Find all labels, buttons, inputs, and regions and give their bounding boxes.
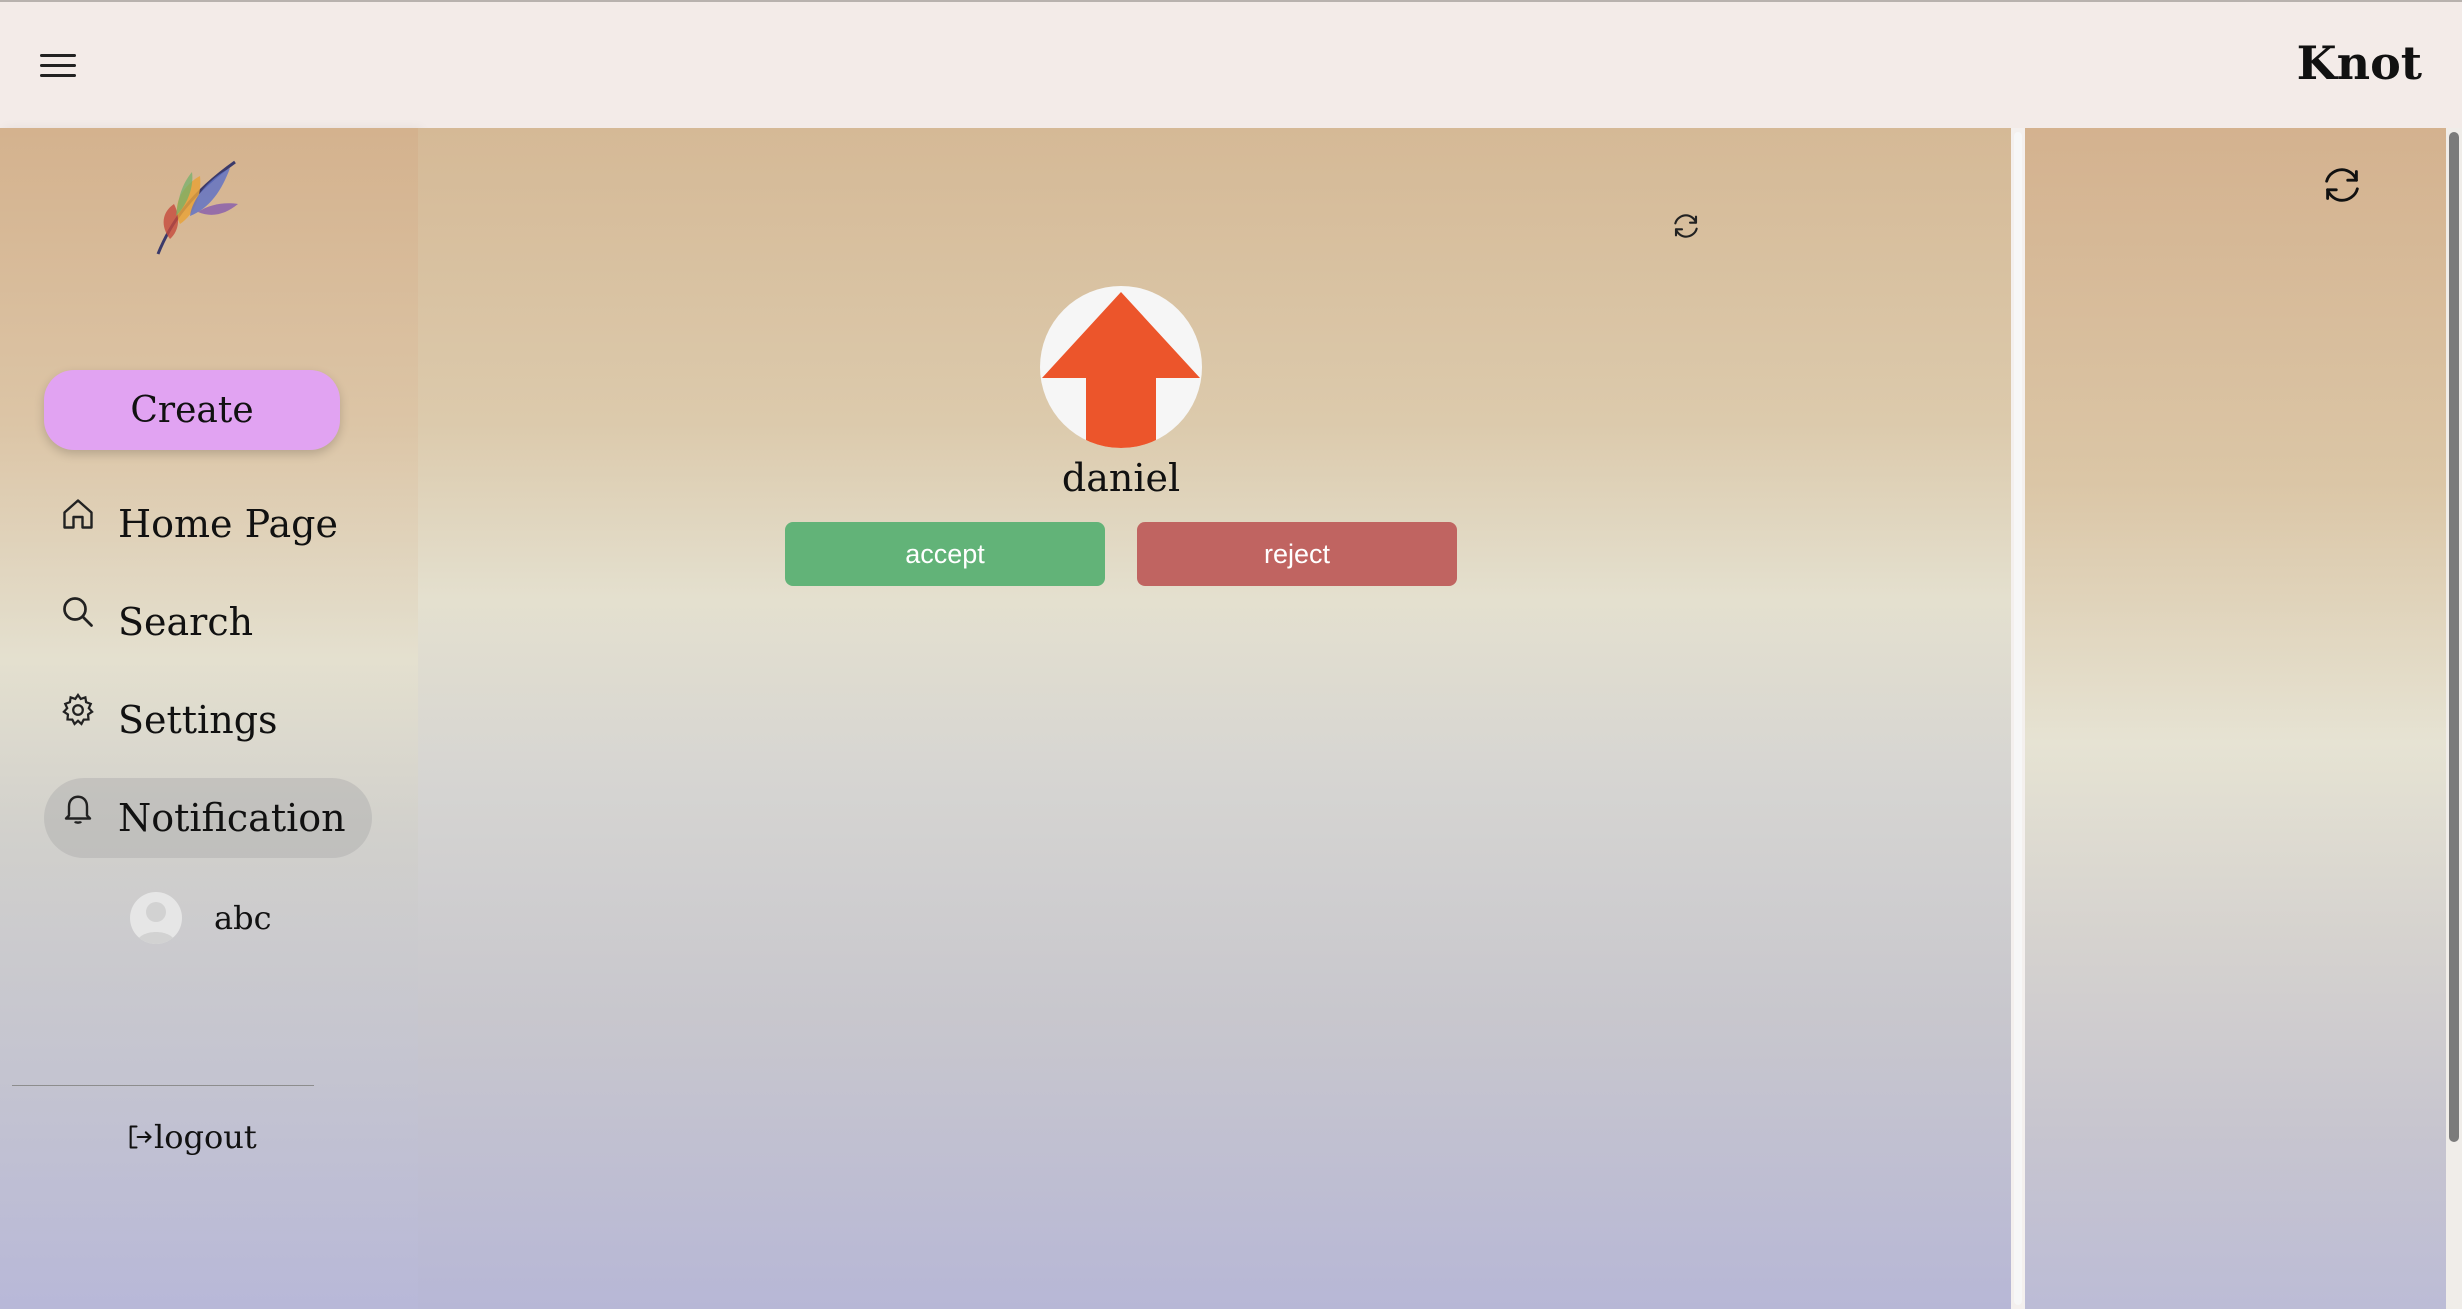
request-username: daniel	[1061, 456, 1181, 500]
logout-arrow-icon	[129, 1125, 152, 1149]
logout-label: logout	[154, 1118, 257, 1156]
sidebar-item-label: Notification	[118, 796, 346, 840]
sidebar-divider	[12, 1085, 314, 1086]
refresh-icon[interactable]	[2319, 162, 2365, 208]
create-button[interactable]: Create	[44, 370, 340, 450]
page-scrollbar[interactable]	[2446, 128, 2462, 1309]
feather-logo-icon	[156, 160, 238, 255]
sidebar-item-label: Search	[118, 600, 254, 644]
upload-arrow-avatar-icon	[1040, 286, 1202, 448]
logout-button[interactable]: logout	[126, 1118, 257, 1156]
bell-icon	[64, 795, 92, 824]
top-bar: Knot	[0, 0, 2462, 128]
sidebar-item-label: Home Page	[118, 502, 338, 546]
right-panel	[2025, 128, 2446, 1309]
default-avatar-icon	[130, 892, 182, 944]
brand-title: Knot	[2296, 36, 2422, 90]
refresh-icon[interactable]	[1670, 210, 1702, 242]
sidebar-item-search[interactable]: Search	[44, 582, 253, 662]
content-scrollbar-thumb[interactable]	[2014, 132, 2022, 1305]
reject-button[interactable]: reject	[1137, 522, 1457, 586]
sidebar-item-notification[interactable]: Notification	[44, 778, 372, 858]
main-content: daniel accept reject	[418, 128, 2011, 1309]
username: abc	[214, 899, 272, 937]
sidebar-item-home[interactable]: Home Page	[44, 484, 338, 564]
sidebar-item-label: Settings	[118, 698, 278, 742]
user-profile[interactable]: abc	[130, 892, 271, 944]
page-scrollbar-thumb[interactable]	[2449, 132, 2459, 1142]
gear-icon	[62, 693, 94, 726]
content-scrollbar[interactable]	[2011, 128, 2025, 1309]
accept-button[interactable]: accept	[785, 522, 1105, 586]
hamburger-menu-icon[interactable]	[40, 50, 76, 82]
home-icon	[63, 499, 93, 529]
sidebar: Create Home Page Search Settings Notific…	[0, 128, 418, 1309]
sidebar-item-settings[interactable]: Settings	[44, 680, 278, 760]
search-icon	[63, 597, 93, 627]
